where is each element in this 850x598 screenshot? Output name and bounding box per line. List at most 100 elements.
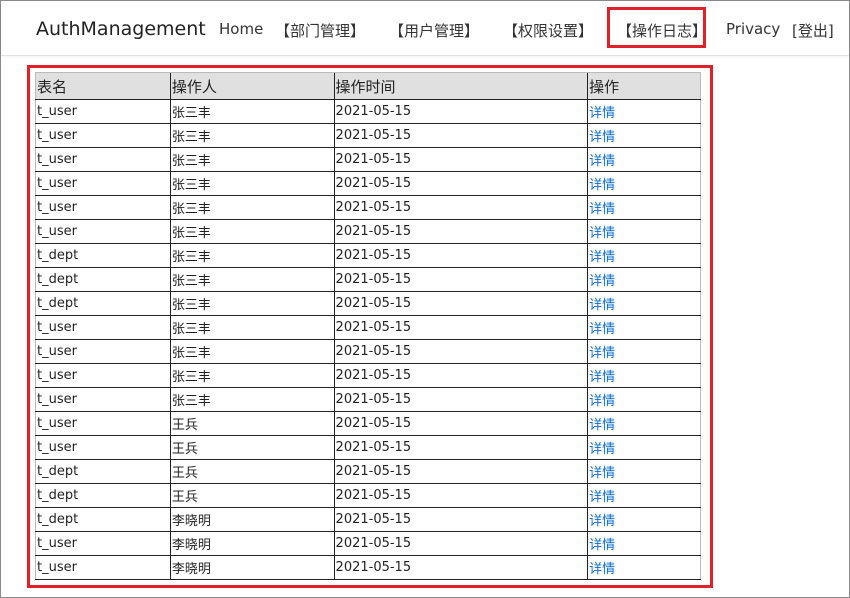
details-link[interactable]: 详情 (589, 370, 615, 385)
cell-operation-time: 2021-05-15 (333, 219, 588, 244)
cell-operation-time: 2021-05-15 (333, 243, 588, 268)
brand-link[interactable]: AuthManagement (36, 18, 206, 40)
cell-operator: 王兵 (169, 459, 335, 484)
cell-operator: 李晓明 (169, 555, 335, 580)
table-row: t_user 李晓明 2021-05-15 详情 (35, 555, 701, 580)
header-operation-time: 操作时间 (333, 72, 588, 100)
cell-operation-time: 2021-05-15 (333, 387, 588, 412)
cell-table-name: t_user (35, 363, 171, 388)
cell-action: 详情 (587, 315, 701, 340)
cell-action: 详情 (587, 147, 701, 172)
cell-action: 详情 (587, 483, 701, 508)
details-link[interactable]: 详情 (589, 346, 615, 361)
details-link[interactable]: 详情 (589, 442, 615, 457)
table-row: t_dept 张三丰 2021-05-15 详情 (35, 243, 701, 268)
table-row: t_user 张三丰 2021-05-15 详情 (35, 147, 701, 172)
nav-user-management[interactable]: 【用户管理】 (389, 20, 479, 41)
header-action: 操作 (587, 72, 701, 100)
cell-operation-time: 2021-05-15 (333, 315, 588, 340)
cell-table-name: t_user (35, 171, 171, 196)
active-nav-highlight (607, 7, 706, 48)
details-link[interactable]: 详情 (589, 538, 615, 553)
cell-action: 详情 (587, 171, 701, 196)
cell-operator: 张三丰 (169, 339, 335, 364)
details-link[interactable]: 详情 (589, 322, 615, 337)
cell-table-name: t_user (35, 387, 171, 412)
cell-operation-time: 2021-05-15 (333, 411, 588, 436)
cell-operation-time: 2021-05-15 (333, 459, 588, 484)
nav-privacy[interactable]: Privacy (726, 20, 780, 38)
details-link[interactable]: 详情 (589, 226, 615, 241)
details-link[interactable]: 详情 (589, 250, 615, 265)
cell-table-name: t_user (35, 99, 171, 124)
table-row: t_user 王兵 2021-05-15 详情 (35, 411, 701, 436)
table-row: t_user 张三丰 2021-05-15 详情 (35, 339, 701, 364)
cell-operator: 张三丰 (169, 363, 335, 388)
details-link[interactable]: 详情 (589, 418, 615, 433)
cell-table-name: t_user (35, 435, 171, 460)
cell-action: 详情 (587, 219, 701, 244)
cell-table-name: t_dept (35, 507, 171, 532)
cell-operation-time: 2021-05-15 (333, 531, 588, 556)
details-link[interactable]: 详情 (589, 154, 615, 169)
cell-operation-time: 2021-05-15 (333, 171, 588, 196)
table-row: t_dept 张三丰 2021-05-15 详情 (35, 267, 701, 292)
header-table-name: 表名 (35, 72, 171, 100)
details-link[interactable]: 详情 (589, 178, 615, 193)
table-row: t_user 张三丰 2021-05-15 详情 (35, 315, 701, 340)
cell-operation-time: 2021-05-15 (333, 291, 588, 316)
cell-action: 详情 (587, 339, 701, 364)
cell-action: 详情 (587, 555, 701, 580)
table-row: t_user 张三丰 2021-05-15 详情 (35, 363, 701, 388)
details-link[interactable]: 详情 (589, 394, 615, 409)
cell-operator: 张三丰 (169, 387, 335, 412)
details-link[interactable]: 详情 (589, 562, 615, 577)
cell-operator: 张三丰 (169, 267, 335, 292)
details-link[interactable]: 详情 (589, 298, 615, 313)
cell-action: 详情 (587, 363, 701, 388)
cell-table-name: t_dept (35, 483, 171, 508)
table-row: t_dept 王兵 2021-05-15 详情 (35, 483, 701, 508)
cell-action: 详情 (587, 123, 701, 148)
nav-home[interactable]: Home (219, 20, 263, 38)
details-link[interactable]: 详情 (589, 490, 615, 505)
cell-operator: 王兵 (169, 411, 335, 436)
cell-operator: 张三丰 (169, 219, 335, 244)
cell-table-name: t_dept (35, 267, 171, 292)
cell-operation-time: 2021-05-15 (333, 435, 588, 460)
cell-action: 详情 (587, 531, 701, 556)
details-link[interactable]: 详情 (589, 274, 615, 289)
cell-operation-time: 2021-05-15 (333, 99, 588, 124)
details-link[interactable]: 详情 (589, 466, 615, 481)
cell-operation-time: 2021-05-15 (333, 555, 588, 580)
cell-action: 详情 (587, 291, 701, 316)
header-operator: 操作人 (169, 72, 335, 100)
cell-operator: 张三丰 (169, 243, 335, 268)
table-row: t_user 张三丰 2021-05-15 详情 (35, 123, 701, 148)
table-row: t_user 张三丰 2021-05-15 详情 (35, 171, 701, 196)
table-row: t_dept 王兵 2021-05-15 详情 (35, 459, 701, 484)
table-row: t_user 张三丰 2021-05-15 详情 (35, 219, 701, 244)
cell-operator: 王兵 (169, 435, 335, 460)
cell-operation-time: 2021-05-15 (333, 147, 588, 172)
nav-permission-settings[interactable]: 【权限设置】 (503, 20, 593, 41)
cell-table-name: t_user (35, 339, 171, 364)
navbar: AuthManagement Home 【部门管理】 【用户管理】 【权限设置】… (1, 1, 849, 56)
cell-operation-time: 2021-05-15 (333, 123, 588, 148)
table-row: t_user 张三丰 2021-05-15 详情 (35, 387, 701, 412)
cell-action: 详情 (587, 411, 701, 436)
cell-action: 详情 (587, 267, 701, 292)
cell-table-name: t_user (35, 315, 171, 340)
details-link[interactable]: 详情 (589, 202, 615, 217)
details-link[interactable]: 详情 (589, 106, 615, 121)
details-link[interactable]: 详情 (589, 130, 615, 145)
cell-operation-time: 2021-05-15 (333, 363, 588, 388)
nav-logout[interactable]: [登出] (792, 20, 834, 41)
cell-operator: 张三丰 (169, 315, 335, 340)
table-row: t_user 王兵 2021-05-15 详情 (35, 435, 701, 460)
cell-operation-time: 2021-05-15 (333, 483, 588, 508)
details-link[interactable]: 详情 (589, 514, 615, 529)
cell-table-name: t_user (35, 411, 171, 436)
nav-dept-management[interactable]: 【部门管理】 (275, 20, 365, 41)
cell-table-name: t_dept (35, 291, 171, 316)
